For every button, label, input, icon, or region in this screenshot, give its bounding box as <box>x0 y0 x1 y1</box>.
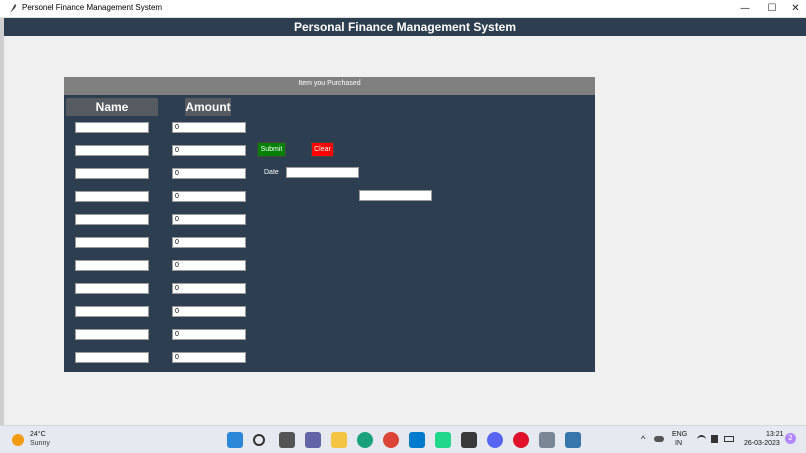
language-region[interactable]: IN <box>675 440 682 447</box>
windows-start-icon[interactable] <box>227 432 243 448</box>
name-input[interactable] <box>75 214 149 225</box>
name-input[interactable] <box>75 145 149 156</box>
weather-description: Sunny <box>30 440 50 447</box>
name-input[interactable] <box>75 260 149 271</box>
amount-input[interactable]: 0 <box>172 329 246 340</box>
name-input[interactable] <box>75 191 149 202</box>
sun-icon <box>12 434 24 446</box>
taskbar: 24°C Sunny ^ ENG IN 13:21 26-03-2023 <box>0 425 806 453</box>
search-icon[interactable] <box>253 434 265 446</box>
cloud-icon[interactable] <box>654 436 664 442</box>
file-explorer-icon[interactable] <box>331 432 347 448</box>
purchase-panel: Item you Purchased Name Amount 0 0 0 0 0 0 0 0 0… <box>64 77 595 372</box>
amount-input[interactable]: 0 <box>172 260 246 271</box>
notification-badge[interactable]: 2 <box>785 433 796 444</box>
amount-column-header: Amount <box>185 98 231 116</box>
name-input[interactable] <box>75 329 149 340</box>
name-input[interactable] <box>75 237 149 248</box>
minimize-button[interactable]: — <box>731 0 759 18</box>
amount-input[interactable]: 0 <box>172 237 246 248</box>
task-view-icon[interactable] <box>279 432 295 448</box>
window-titlebar[interactable]: Personel Finance Management System — ☐ ✕ <box>0 0 806 18</box>
amount-input[interactable]: 0 <box>172 283 246 294</box>
name-input[interactable] <box>75 122 149 133</box>
wifi-icon[interactable] <box>697 435 706 444</box>
speaker-icon[interactable] <box>711 435 718 443</box>
amount-input[interactable]: 0 <box>172 214 246 225</box>
maximize-button[interactable]: ☐ <box>758 0 786 18</box>
discord-icon[interactable] <box>487 432 503 448</box>
amount-input[interactable]: 0 <box>172 352 246 363</box>
teams-icon[interactable] <box>305 432 321 448</box>
panel-heading: Item you Purchased <box>64 77 595 95</box>
pycharm-icon[interactable] <box>435 432 451 448</box>
app-header: Personal Finance Management System <box>4 18 806 36</box>
opera-icon[interactable] <box>513 432 529 448</box>
store-icon[interactable] <box>461 432 477 448</box>
battery-icon[interactable] <box>724 436 734 442</box>
clear-button[interactable]: Clear <box>311 142 334 157</box>
language-code[interactable]: ENG <box>672 431 687 438</box>
close-button[interactable]: ✕ <box>785 0 806 18</box>
python-icon[interactable] <box>565 432 581 448</box>
name-input[interactable] <box>75 168 149 179</box>
name-input[interactable] <box>75 283 149 294</box>
weather-temperature: 24°C <box>30 431 46 438</box>
name-input[interactable] <box>75 352 149 363</box>
clock-time[interactable]: 13:21 <box>766 431 784 438</box>
amount-input[interactable]: 0 <box>172 191 246 202</box>
amount-input[interactable]: 0 <box>172 122 246 133</box>
window-left-edge <box>0 0 4 425</box>
name-column-header: Name <box>66 98 158 116</box>
result-field[interactable] <box>359 190 432 201</box>
chrome-icon[interactable] <box>383 432 399 448</box>
date-label: Date <box>264 169 279 176</box>
amount-input[interactable]: 0 <box>172 168 246 179</box>
vscode-icon[interactable] <box>409 432 425 448</box>
amount-input[interactable]: 0 <box>172 145 246 156</box>
photos-icon[interactable] <box>539 432 555 448</box>
submit-button[interactable]: Submit <box>257 142 286 157</box>
date-input[interactable] <box>286 167 359 178</box>
amount-input[interactable]: 0 <box>172 306 246 317</box>
tray-chevron-icon[interactable]: ^ <box>641 434 645 444</box>
clock-date[interactable]: 26-03-2023 <box>744 440 780 447</box>
feather-icon <box>10 4 16 13</box>
edge-icon[interactable] <box>357 432 373 448</box>
window-title: Personel Finance Management System <box>22 3 163 12</box>
name-input[interactable] <box>75 306 149 317</box>
